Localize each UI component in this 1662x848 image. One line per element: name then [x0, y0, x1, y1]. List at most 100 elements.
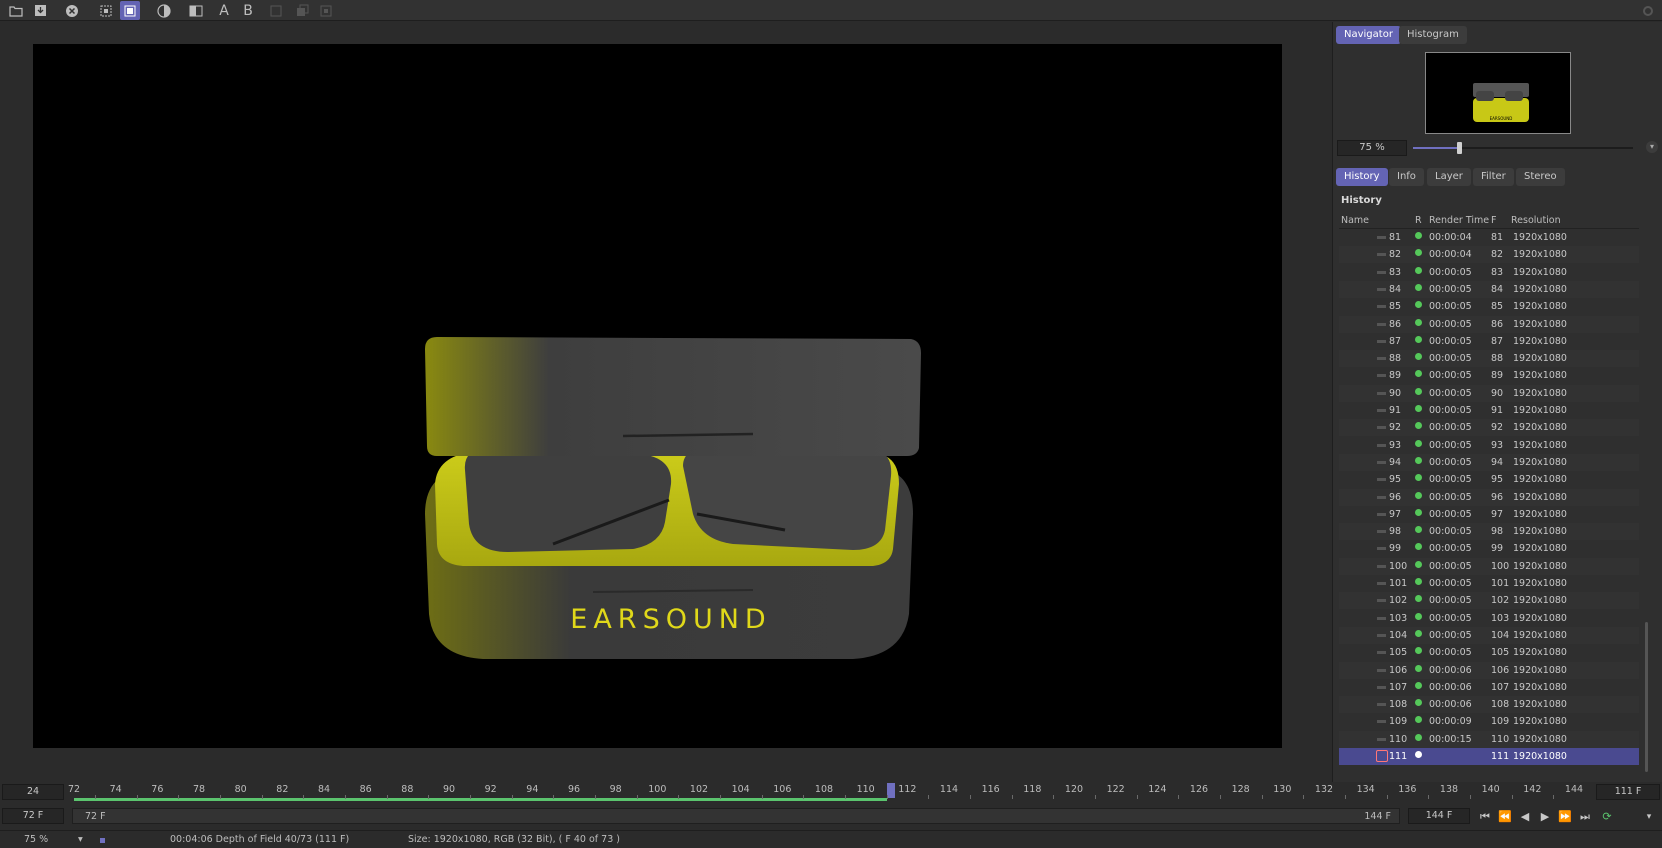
open-folder-icon[interactable] [6, 1, 26, 20]
timeline-playhead[interactable] [886, 783, 895, 798]
table-row[interactable]: 105 00:00:05 105 1920x1080 [1339, 644, 1639, 661]
column-f[interactable]: F [1491, 215, 1496, 226]
status-dot-icon [1415, 301, 1422, 309]
row-render-time: 00:00:04 [1429, 232, 1472, 243]
column-resolution[interactable]: Resolution [1511, 215, 1561, 226]
tab-filter[interactable]: Filter [1473, 168, 1514, 186]
compare-a-button[interactable]: A [214, 1, 234, 20]
table-row[interactable]: 108 00:00:06 108 1920x1080 [1339, 696, 1639, 714]
table-row[interactable]: 86 00:00:05 86 1920x1080 [1339, 315, 1639, 333]
settings-icon[interactable] [1638, 1, 1658, 20]
navigator-zoom-field[interactable]: 75 % [1337, 140, 1407, 156]
range-slider[interactable]: 72 F 144 F [72, 808, 1400, 824]
timeline-minor-tick [1053, 795, 1055, 799]
table-row[interactable]: 111 111 1920x1080 [1339, 748, 1639, 765]
table-row[interactable]: 89 00:00:05 89 1920x1080 [1339, 367, 1639, 384]
table-row[interactable]: 82 00:00:04 82 1920x1080 [1339, 246, 1639, 264]
tab-stereo[interactable]: Stereo [1516, 168, 1565, 186]
tab-navigator[interactable]: Navigator [1336, 26, 1401, 44]
save-icon[interactable] [30, 1, 50, 20]
compare-icon[interactable] [186, 1, 206, 20]
previous-frame-icon[interactable]: ⏪ [1498, 810, 1512, 824]
row-resolution: 1920x1080 [1513, 612, 1567, 624]
history-scrollbar[interactable] [1645, 622, 1648, 772]
timeline-tick-label: 118 [1023, 784, 1042, 795]
table-row[interactable]: 95 00:00:05 95 1920x1080 [1339, 471, 1639, 488]
layer-icon[interactable] [292, 1, 312, 20]
navigator-zoom-slider[interactable] [1413, 142, 1633, 154]
navigator-thumbnail[interactable]: EARSOUND [1425, 52, 1571, 134]
table-row[interactable]: 91 00:00:05 91 1920x1080 [1339, 402, 1639, 419]
row-frame: 109 [1491, 716, 1510, 728]
chevron-down-icon[interactable]: ▾ [1646, 141, 1658, 153]
go-to-end-icon[interactable]: ⏭ [1578, 810, 1592, 824]
tab-layer[interactable]: Layer [1427, 168, 1471, 186]
history-list[interactable]: 81 00:00:04 81 1920x1080 82 00:00:04 82 1920x10… [1339, 229, 1639, 777]
table-row[interactable]: 106 00:00:06 106 1920x1080 [1339, 661, 1639, 679]
contrast-icon[interactable] [154, 1, 174, 20]
timeline-ruler[interactable]: 72 74 76 78 80 82 84 86 88 90 92 94 96 98 100 102 104 106… [68, 782, 1584, 802]
fit-icon[interactable] [316, 1, 336, 20]
table-row[interactable]: 92 00:00:05 92 1920x1080 [1339, 419, 1639, 437]
table-row[interactable]: 97 00:00:05 97 1920x1080 [1339, 506, 1639, 523]
loop-icon[interactable]: ⟳ [1600, 810, 1614, 824]
chevron-down-icon[interactable]: ▾ [1642, 810, 1656, 824]
go-to-start-icon[interactable]: ⏮ [1478, 810, 1492, 824]
table-row[interactable]: 94 00:00:05 94 1920x1080 [1339, 453, 1639, 471]
timeline-tick-label: 84 [317, 784, 331, 795]
compare-b-button[interactable]: B [238, 1, 258, 20]
zoom-slider-handle[interactable] [1457, 142, 1462, 154]
row-name: 86 [1389, 318, 1402, 330]
table-row[interactable]: 100 00:00:05 100 1920x1080 [1339, 557, 1639, 575]
timeline-minor-tick [1469, 795, 1471, 799]
table-row[interactable]: 102 00:00:05 102 1920x1080 [1339, 592, 1639, 610]
table-row[interactable]: 99 00:00:05 99 1920x1080 [1339, 540, 1639, 557]
row-resolution: 1920x1080 [1513, 318, 1567, 330]
column-render-time[interactable]: Render Time [1429, 215, 1489, 226]
table-row[interactable]: 110 00:00:15 110 1920x1080 [1339, 730, 1639, 748]
row-resolution: 1920x1080 [1513, 647, 1567, 659]
region-render-icon[interactable] [96, 1, 116, 20]
swap-icon[interactable] [266, 1, 286, 20]
row-resolution: 1920x1080 [1513, 301, 1567, 313]
table-row[interactable]: 87 00:00:05 87 1920x1080 [1339, 333, 1639, 350]
tab-info[interactable]: Info [1389, 168, 1424, 186]
range-start-field[interactable]: 72 F [2, 808, 64, 824]
table-row[interactable]: 101 00:00:05 101 1920x1080 [1339, 575, 1639, 592]
table-row[interactable]: 90 00:00:05 90 1920x1080 [1339, 384, 1639, 402]
table-row[interactable]: 107 00:00:06 107 1920x1080 [1339, 679, 1639, 696]
fps-field[interactable]: 24 [2, 784, 64, 800]
table-row[interactable]: 103 00:00:05 103 1920x1080 [1339, 610, 1639, 627]
current-frame-field[interactable]: 111 F [1596, 784, 1660, 800]
table-row[interactable]: 109 00:00:09 109 1920x1080 [1339, 713, 1639, 730]
table-row[interactable]: 83 00:00:05 83 1920x1080 [1339, 264, 1639, 281]
render-image[interactable]: EARSOUND [33, 44, 1282, 748]
row-resolution: 1920x1080 [1513, 370, 1567, 382]
column-name[interactable]: Name [1341, 215, 1369, 226]
timeline-minor-tick [1428, 795, 1430, 799]
tab-history[interactable]: History [1336, 168, 1388, 186]
status-zoom[interactable]: 75 % [24, 834, 48, 845]
play-reverse-icon[interactable]: ◀ [1518, 810, 1532, 824]
table-row[interactable]: 85 00:00:05 85 1920x1080 [1339, 298, 1639, 315]
timeline-minor-tick [303, 795, 305, 799]
row-resolution: 1920x1080 [1513, 508, 1567, 520]
close-icon[interactable] [62, 1, 82, 20]
tab-histogram[interactable]: Histogram [1399, 26, 1467, 44]
picture-viewer: EARSOUND [0, 22, 1326, 792]
table-row[interactable]: 96 00:00:05 96 1920x1080 [1339, 488, 1639, 506]
column-r[interactable]: R [1415, 215, 1422, 226]
table-row[interactable]: 84 00:00:05 84 1920x1080 [1339, 280, 1639, 298]
range-end-field[interactable]: 144 F [1408, 808, 1470, 824]
table-row[interactable]: 93 00:00:05 93 1920x1080 [1339, 437, 1639, 454]
table-row[interactable]: 81 00:00:04 81 1920x1080 [1339, 229, 1639, 246]
row-name: 92 [1389, 422, 1402, 434]
auto-save-icon[interactable] [120, 1, 140, 20]
status-dot-icon [1415, 543, 1422, 551]
play-icon[interactable]: ▶ [1538, 810, 1552, 824]
next-frame-icon[interactable]: ⏩ [1558, 810, 1572, 824]
chevron-down-icon[interactable]: ▾ [78, 834, 83, 845]
table-row[interactable]: 104 00:00:05 104 1920x1080 [1339, 626, 1639, 644]
table-row[interactable]: 98 00:00:05 98 1920x1080 [1339, 523, 1639, 541]
table-row[interactable]: 88 00:00:05 88 1920x1080 [1339, 350, 1639, 368]
